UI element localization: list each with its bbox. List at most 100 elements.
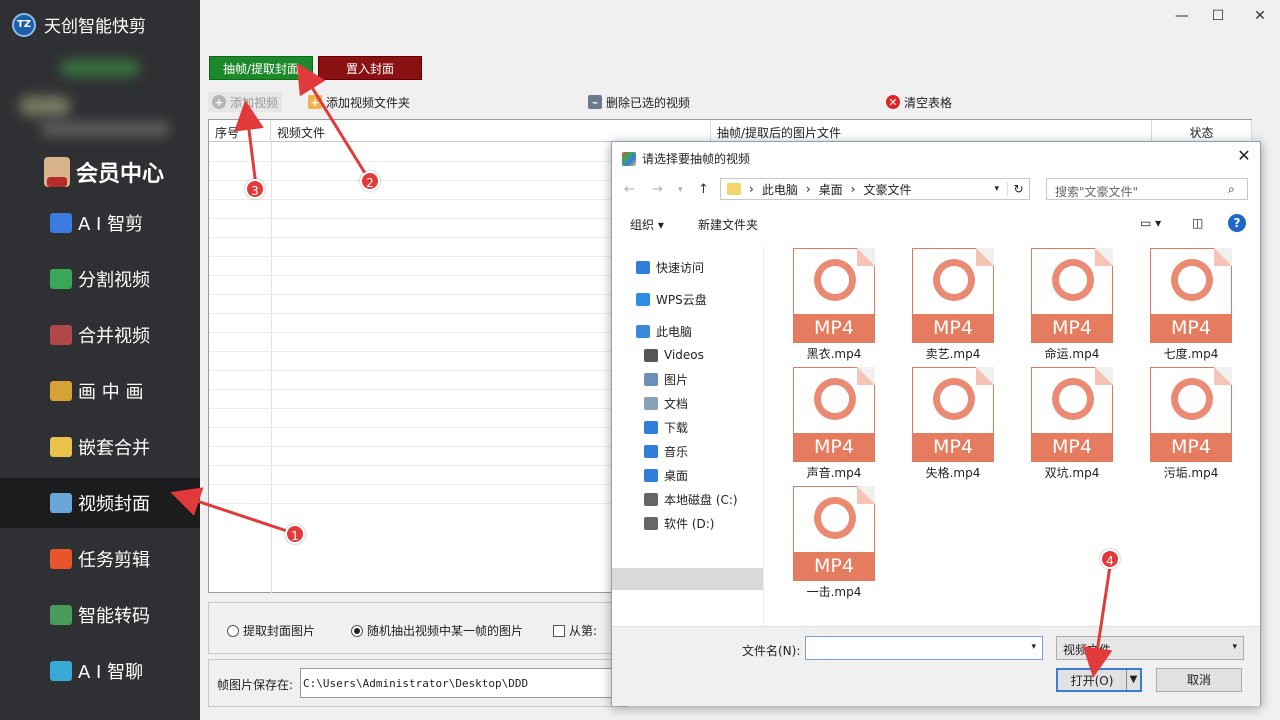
breadcrumb-item[interactable]: 桌面 (819, 181, 843, 198)
cloud-icon (636, 292, 650, 306)
grid-line (271, 142, 272, 594)
organize-menu[interactable]: 组织 ▾ (630, 216, 664, 233)
file-name: 失格.mp4 (925, 466, 981, 480)
grid-line (209, 161, 611, 162)
nav-tree-item[interactable]: 快速访问 (636, 256, 704, 278)
col-header-index[interactable]: 序号 (209, 120, 271, 142)
file-name: 一击.mp4 (806, 585, 862, 599)
extract-cover-button[interactable]: 抽帧/提取封面 (209, 56, 313, 80)
grid-line (209, 503, 611, 504)
maximize-icon[interactable]: ☐ (1204, 6, 1232, 26)
sidebar-item[interactable]: 嵌套合并 (0, 422, 200, 472)
sidebar-item[interactable]: 任务剪辑 (0, 534, 200, 584)
back-arrow-icon[interactable]: ← (624, 182, 635, 197)
add-icon: + (212, 95, 226, 109)
up-arrow-icon[interactable]: ↑ (698, 182, 709, 197)
nav-tree-item[interactable]: 此电脑 (636, 320, 692, 342)
add-folder-button[interactable]: + 添加视频文件夹 (304, 92, 414, 112)
mp4-file-icon: MP4 (1150, 367, 1232, 462)
radio-random-frame[interactable]: 随机抽出视频中某一帧的图片 (351, 622, 523, 639)
delete-selected-button[interactable]: – 删除已选的视频 (584, 92, 694, 112)
nav-tree-item[interactable]: 音乐 (644, 440, 688, 462)
help-icon[interactable]: ? (1228, 214, 1246, 232)
file-item[interactable]: MP4 七度.mp4 (1141, 248, 1241, 364)
star-icon (636, 260, 650, 274)
grid-line (209, 294, 611, 295)
cancel-button[interactable]: 取消 (1156, 668, 1242, 692)
grid-line (209, 332, 611, 333)
view-options-icon[interactable]: ▭ ▾ (1140, 216, 1161, 230)
dialog-close-icon[interactable]: ✕ (1234, 146, 1254, 166)
address-dropdown-icon[interactable]: ▾ (994, 184, 999, 194)
ai-edit-icon (50, 213, 72, 233)
radio-extract-cover[interactable]: 提取封面图片 (227, 622, 315, 639)
nav-tree-item[interactable]: 软件 (D:) (644, 512, 714, 534)
add-video-button[interactable]: + 添加视频 (208, 92, 283, 112)
nav-tree-item[interactable]: 文档 (644, 392, 688, 414)
nav-tree-item[interactable]: 图片 (644, 368, 688, 390)
save-path-input[interactable]: C:\Users\Administrator\Desktop\DDD (300, 668, 620, 698)
recent-chevron-icon[interactable]: ▾ (678, 185, 683, 195)
sidebar-item[interactable]: A I 智剪 (0, 198, 200, 248)
filetype-select[interactable]: 视频文件 ▾ (1056, 636, 1244, 660)
file-name: 黑衣.mp4 (806, 347, 862, 361)
sidebar-item[interactable]: 画 中 画 (0, 366, 200, 416)
filename-input[interactable]: ▾ (805, 636, 1043, 660)
open-dropdown-icon[interactable]: ▼ (1126, 670, 1140, 690)
file-item[interactable]: MP4 失格.mp4 (903, 367, 1003, 483)
address-bar[interactable]: › 此电脑 › 桌面 › 文豪文件 ▾ ↻ (720, 178, 1030, 200)
col-header-video[interactable]: 视频文件 (271, 120, 711, 142)
search-icon[interactable]: ⌕ (1228, 182, 1235, 197)
nav-tree-item[interactable]: 本地磁盘 (C:) (644, 488, 738, 510)
file-item[interactable]: MP4 声音.mp4 (784, 367, 884, 483)
mp4-file-icon: MP4 (793, 486, 875, 581)
new-folder-button[interactable]: 新建文件夹 (698, 216, 758, 233)
sidebar-item-label: 视频封面 (78, 494, 150, 515)
preview-pane-icon[interactable]: ◫ (1192, 216, 1203, 230)
folder-icon (727, 183, 741, 195)
film-reel-icon (814, 378, 856, 420)
mp4-file-icon: MP4 (1150, 248, 1232, 343)
delete-selected-label: 删除已选的视频 (606, 95, 691, 110)
mp4-file-icon: MP4 (912, 367, 994, 462)
col-header-image[interactable]: 抽帧/提取后的图片文件 (711, 120, 1152, 142)
file-name: 双坑.mp4 (1044, 466, 1100, 480)
file-item[interactable]: MP4 黑衣.mp4 (784, 248, 884, 364)
file-name: 七度.mp4 (1163, 347, 1219, 361)
nav-tree-item[interactable]: 桌面 (644, 464, 688, 486)
file-item[interactable]: MP4 卖艺.mp4 (903, 248, 1003, 364)
refresh-icon[interactable]: ↻ (1007, 182, 1029, 196)
from-frame-checkbox[interactable]: 从第: (553, 622, 597, 639)
grid-line (209, 389, 611, 390)
file-item[interactable]: MP4 一击.mp4 (784, 486, 884, 602)
sidebar-item[interactable]: 视频封面 (0, 478, 200, 528)
forward-arrow-icon[interactable]: → (652, 182, 663, 197)
open-button[interactable]: 打开(O) ▼ (1056, 668, 1142, 692)
nav-tree-item[interactable]: 下载 (644, 416, 688, 438)
file-item[interactable]: MP4 双坑.mp4 (1022, 367, 1122, 483)
insert-cover-button[interactable]: 置入封面 (318, 56, 422, 80)
file-item[interactable]: MP4 污垢.mp4 (1141, 367, 1241, 483)
breadcrumb-item[interactable]: 文豪文件 (863, 181, 911, 198)
sidebar-item[interactable]: 智能转码 (0, 590, 200, 640)
close-icon[interactable]: ✕ (1246, 6, 1274, 26)
task-edit-icon (50, 549, 72, 569)
film-reel-icon (814, 497, 856, 539)
sidebar-item[interactable]: A I 智聊 (0, 646, 200, 696)
nav-tree-item[interactable]: WPS云盘 (636, 288, 707, 310)
file-item[interactable]: MP4 命运.mp4 (1022, 248, 1122, 364)
breadcrumb-item[interactable]: 此电脑 (762, 181, 798, 198)
sidebar-item[interactable]: 合并视频 (0, 310, 200, 360)
search-input[interactable]: 搜索"文豪文件" (1046, 178, 1248, 200)
app-logo-icon: TZ (12, 12, 36, 37)
member-center[interactable]: 会员中心 (44, 156, 164, 188)
filename-dropdown-icon[interactable]: ▾ (1031, 642, 1036, 652)
sidebar-item[interactable]: 分割视频 (0, 254, 200, 304)
sidebar-item-label: A I 智聊 (78, 662, 144, 683)
clear-table-button[interactable]: ✕ 清空表格 (882, 92, 956, 112)
radio-circle-selected (351, 624, 363, 637)
nav-tree-item[interactable]: Videos (644, 344, 704, 366)
add-folder-label: 添加视频文件夹 (326, 95, 411, 110)
minimize-icon[interactable]: — (1168, 6, 1196, 26)
col-header-status[interactable]: 状态 (1152, 120, 1252, 142)
